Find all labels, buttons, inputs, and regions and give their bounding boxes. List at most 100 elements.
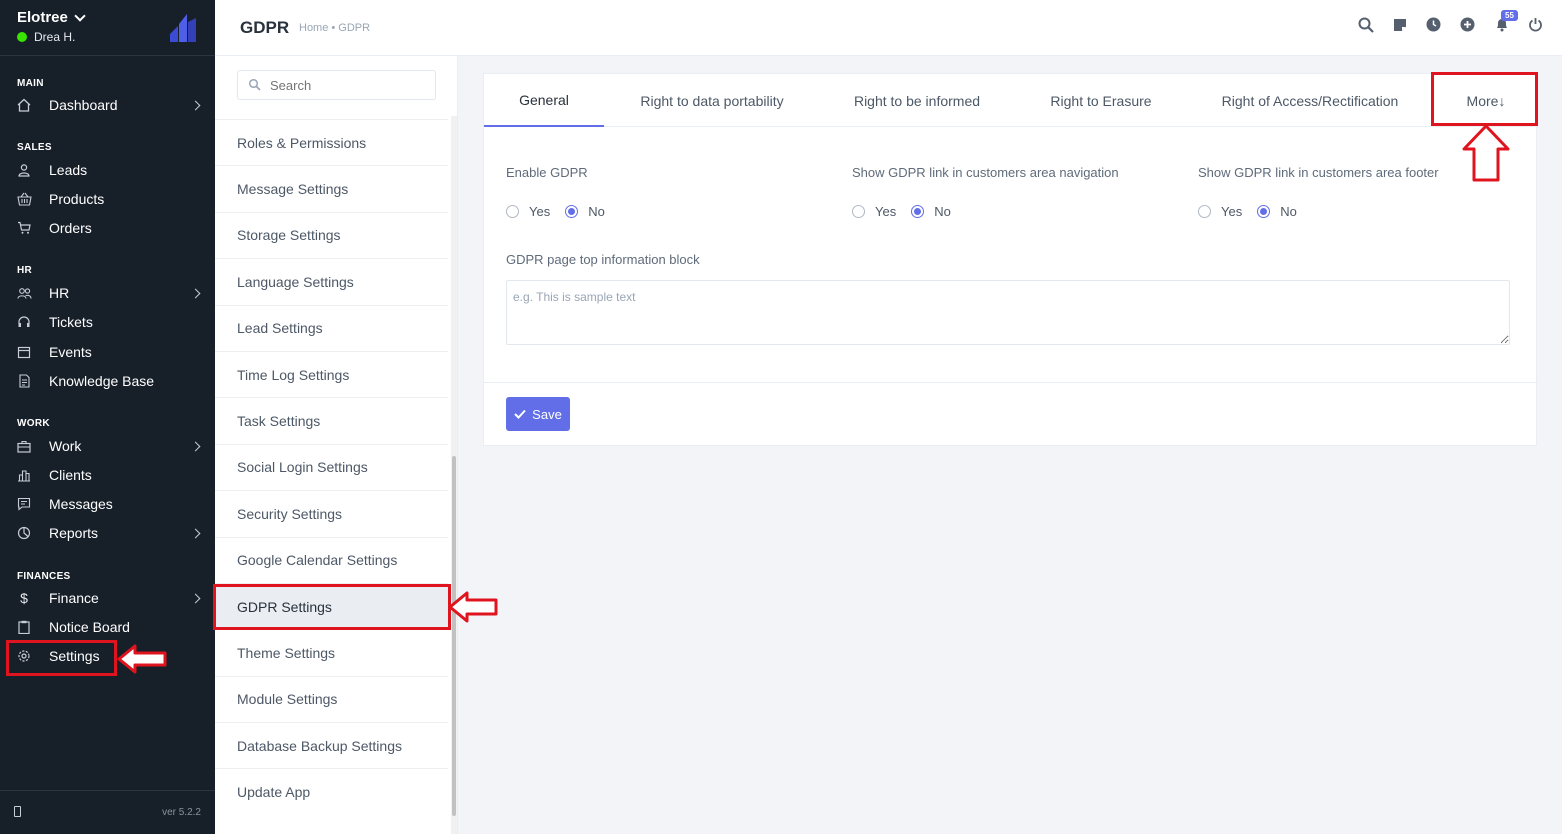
- breadcrumb[interactable]: Home • GDPR: [299, 22, 370, 34]
- settings-item-module[interactable]: Module Settings: [215, 675, 448, 722]
- radio-button[interactable]: [852, 205, 865, 218]
- save-button[interactable]: Save: [506, 397, 570, 431]
- sidebar-item-knowledge-base[interactable]: Knowledge Base: [0, 369, 215, 393]
- clock-icon[interactable]: [1425, 16, 1442, 33]
- tab-right-of-access[interactable]: Right of Access/Rectification: [1206, 74, 1414, 127]
- scrollbar-thumb[interactable]: [452, 456, 456, 816]
- user-status: Drea H.: [17, 30, 75, 44]
- sidebar-item-label: Messages: [49, 496, 113, 512]
- calendar-icon: [16, 344, 32, 360]
- settings-item-lead[interactable]: Lead Settings: [215, 304, 448, 351]
- section-work-label: WORK: [17, 418, 50, 429]
- settings-menu-list: Roles & Permissions Message Settings Sto…: [215, 119, 448, 815]
- company-name: Elotree: [17, 9, 68, 26]
- sidebar-item-products[interactable]: Products: [0, 187, 215, 211]
- info-block-label: GDPR page top information block: [506, 252, 700, 267]
- enable-gdpr-radio-group: Yes No: [506, 204, 620, 219]
- power-icon[interactable]: [1527, 16, 1544, 33]
- settings-search-input[interactable]: [270, 77, 430, 93]
- settings-item-time-log[interactable]: Time Log Settings: [215, 350, 448, 397]
- settings-item-google-calendar[interactable]: Google Calendar Settings: [215, 536, 448, 583]
- message-icon: [16, 496, 32, 512]
- settings-menu-scrollbar[interactable]: [451, 116, 457, 834]
- settings-menu: Roles & Permissions Message Settings Sto…: [215, 56, 458, 834]
- user-name: Drea H.: [34, 30, 76, 44]
- briefcase-icon: [16, 438, 32, 454]
- settings-item-security[interactable]: Security Settings: [215, 490, 448, 536]
- settings-item-social-login[interactable]: Social Login Settings: [215, 443, 448, 490]
- tab-right-to-be-informed[interactable]: Right to be informed: [839, 74, 995, 127]
- settings-item-task[interactable]: Task Settings: [215, 397, 448, 443]
- check-icon: [514, 409, 526, 419]
- gdpr-settings-card: General Right to data portability Right …: [483, 73, 1538, 446]
- plus-circle-icon[interactable]: [1459, 16, 1476, 33]
- headset-icon: [16, 314, 32, 330]
- sidebar-item-events[interactable]: Events: [0, 340, 215, 364]
- section-sales-label: SALES: [17, 142, 52, 153]
- settings-item-language[interactable]: Language Settings: [215, 258, 448, 304]
- tab-right-to-erasure[interactable]: Right to Erasure: [1037, 74, 1165, 127]
- app-version: ver 5.2.2: [162, 807, 201, 818]
- user-icon: [16, 162, 32, 178]
- sidebar-item-label: Tickets: [49, 314, 93, 330]
- home-icon: [16, 97, 32, 113]
- radio-button-checked[interactable]: [911, 205, 925, 218]
- radio-button-checked[interactable]: [565, 205, 579, 218]
- sidebar-item-clients[interactable]: Clients: [0, 463, 215, 487]
- settings-item-roles-permissions[interactable]: Roles & Permissions: [215, 119, 448, 165]
- enable-gdpr-yes[interactable]: Yes: [506, 204, 550, 219]
- tab-data-portability[interactable]: Right to data portability: [624, 74, 800, 127]
- search-icon[interactable]: [1357, 16, 1374, 33]
- chevron-right-icon: [190, 441, 201, 451]
- chevron-right-icon: [190, 593, 201, 603]
- radio-button-checked[interactable]: [1257, 205, 1271, 218]
- sidebar-item-tickets[interactable]: Tickets: [0, 310, 215, 334]
- bell-icon[interactable]: 55: [1493, 10, 1518, 33]
- sticky-note-icon[interactable]: [1391, 16, 1408, 33]
- radio-button[interactable]: [1198, 205, 1211, 218]
- sidebar-item-label: Products: [49, 191, 105, 207]
- settings-item-storage[interactable]: Storage Settings: [215, 211, 448, 258]
- sidebar-item-messages[interactable]: Messages: [0, 492, 215, 516]
- sidebar-header: Elotree Drea H.: [0, 0, 215, 56]
- radio-button[interactable]: [506, 205, 519, 218]
- arrow-up-icon: [1462, 124, 1510, 182]
- basket-icon: [16, 191, 32, 207]
- settings-highlight-box: [6, 640, 117, 676]
- show-nav-link-no[interactable]: No: [911, 204, 951, 219]
- show-footer-link-no[interactable]: No: [1257, 204, 1297, 219]
- sidebar-item-reports[interactable]: Reports: [0, 521, 215, 545]
- show-footer-link-yes[interactable]: Yes: [1198, 204, 1242, 219]
- settings-item-database-backup[interactable]: Database Backup Settings: [215, 722, 448, 768]
- search-icon: [248, 78, 261, 91]
- mobile-icon[interactable]: [14, 806, 21, 817]
- sidebar-item-finance[interactable]: $ Finance: [0, 586, 215, 610]
- tab-general[interactable]: General: [484, 74, 604, 127]
- sidebar-item-label: HR: [49, 285, 70, 301]
- sidebar-item-hr[interactable]: HR: [0, 281, 215, 305]
- sidebar-item-dashboard[interactable]: Dashboard: [0, 93, 215, 117]
- sidebar-item-orders[interactable]: Orders: [0, 216, 215, 240]
- sidebar-item-notice-board[interactable]: Notice Board: [0, 615, 215, 639]
- cart-icon: [16, 220, 32, 236]
- dollar-icon: $: [20, 590, 28, 606]
- settings-item-update-app[interactable]: Update App: [215, 768, 448, 814]
- online-status-icon: [17, 32, 27, 42]
- sidebar-item-label: Events: [49, 344, 92, 360]
- settings-item-message[interactable]: Message Settings: [215, 165, 448, 211]
- section-hr-label: HR: [17, 265, 33, 276]
- users-icon: [16, 285, 32, 301]
- chevron-right-icon: [190, 100, 201, 110]
- more-tab-highlight-box: [1431, 72, 1538, 126]
- settings-item-theme[interactable]: Theme Settings: [215, 629, 448, 675]
- clipboard-icon: [16, 619, 32, 635]
- info-block-textarea[interactable]: [506, 280, 1510, 345]
- app-logo-icon: [170, 14, 196, 42]
- company-switcher[interactable]: Elotree: [17, 9, 86, 26]
- show-nav-link-yes[interactable]: Yes: [852, 204, 896, 219]
- settings-search[interactable]: [237, 70, 436, 100]
- enable-gdpr-no[interactable]: No: [565, 204, 605, 219]
- sidebar-item-label: Orders: [49, 220, 92, 236]
- sidebar-item-work[interactable]: Work: [0, 434, 215, 458]
- sidebar-item-leads[interactable]: Leads: [0, 158, 215, 182]
